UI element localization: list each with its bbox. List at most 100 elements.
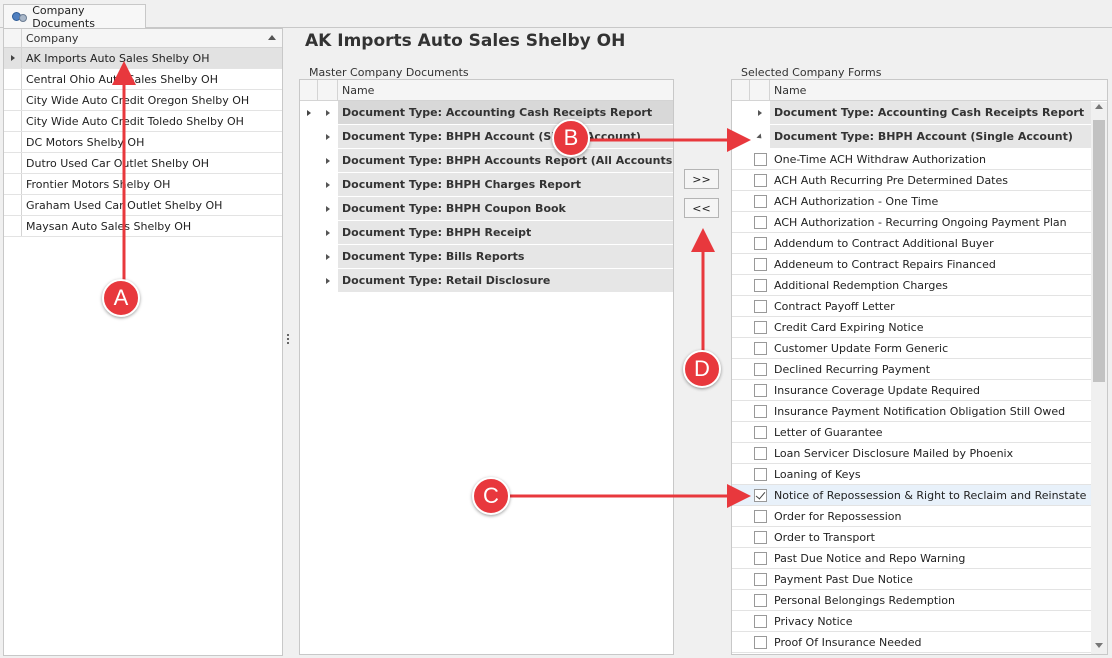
expand-icon[interactable] xyxy=(326,157,330,164)
form-row[interactable]: ACH Authorization - Recurring Ongoing Pa… xyxy=(732,212,1091,233)
form-checkbox[interactable] xyxy=(753,341,767,355)
name-column-header[interactable]: Name xyxy=(338,84,374,97)
form-checkbox[interactable] xyxy=(753,614,767,628)
company-column-header[interactable]: Company xyxy=(22,32,78,45)
form-name: Order for Repossession xyxy=(774,509,902,523)
form-checkbox[interactable] xyxy=(753,593,767,607)
company-row[interactable]: City Wide Auto Credit Toledo Shelby OH xyxy=(4,111,282,132)
form-checkbox[interactable] xyxy=(753,194,767,208)
master-group-row[interactable]: Document Type: BHPH Receipt xyxy=(300,221,673,245)
form-row[interactable]: Addendum to Contract Additional Buyer xyxy=(732,233,1091,254)
form-row[interactable]: Personal Belongings Redemption xyxy=(732,590,1091,611)
form-row[interactable]: Credit Card Expiring Notice xyxy=(732,317,1091,338)
form-checkbox[interactable] xyxy=(753,278,767,292)
form-checkbox[interactable] xyxy=(753,362,767,376)
form-row[interactable]: Loan Servicer Disclosure Mailed by Phoen… xyxy=(732,443,1091,464)
form-checkbox[interactable] xyxy=(753,383,767,397)
form-row[interactable]: ACH Auth Recurring Pre Determined Dates xyxy=(732,170,1091,191)
company-row[interactable]: DC Motors Shelby OH xyxy=(4,132,282,153)
form-checkbox[interactable] xyxy=(753,404,767,418)
form-row[interactable]: Insurance Coverage Update Required xyxy=(732,380,1091,401)
selected-group-row[interactable]: Document Type: BHPH Account (Single Acco… xyxy=(732,125,1091,149)
scroll-down-icon[interactable] xyxy=(1095,643,1103,648)
expand-icon[interactable] xyxy=(326,133,330,140)
form-checkbox[interactable] xyxy=(753,236,767,250)
vertical-scrollbar[interactable] xyxy=(1091,102,1107,654)
form-row[interactable]: Proof Of Insurance Needed xyxy=(732,632,1091,653)
remove-document-button[interactable]: << xyxy=(684,198,719,218)
master-group-row[interactable]: Document Type: BHPH Accounts Report (All… xyxy=(300,149,673,173)
form-row[interactable]: Letter of Guarantee xyxy=(732,422,1091,443)
expand-icon[interactable] xyxy=(326,229,330,236)
form-checkbox[interactable] xyxy=(753,551,767,565)
form-checkbox[interactable] xyxy=(753,215,767,229)
form-name: Past Due Notice and Repo Warning xyxy=(774,551,966,565)
form-row[interactable]: Past Due Notice and Repo Warning xyxy=(732,548,1091,569)
form-name: Privacy Notice xyxy=(774,614,853,628)
form-row[interactable]: Order for Repossession xyxy=(732,506,1091,527)
form-checkbox[interactable] xyxy=(753,173,767,187)
name-column-header[interactable]: Name xyxy=(770,84,806,97)
master-group-row[interactable]: Document Type: Retail Disclosure xyxy=(300,269,673,293)
form-row[interactable]: Insurance Payment Notification Obligatio… xyxy=(732,401,1091,422)
form-checkbox[interactable] xyxy=(753,446,767,460)
master-group-row[interactable]: Document Type: Bills Reports xyxy=(300,245,673,269)
scroll-thumb[interactable] xyxy=(1093,120,1105,382)
form-row[interactable]: Order to Transport xyxy=(732,527,1091,548)
company-row[interactable]: Graham Used Car Outlet Shelby OH xyxy=(4,195,282,216)
form-name: Insurance Coverage Update Required xyxy=(774,383,980,397)
company-row[interactable]: Frontier Motors Shelby OH xyxy=(4,174,282,195)
company-row[interactable]: Dutro Used Car Outlet Shelby OH xyxy=(4,153,282,174)
form-row[interactable]: Additional Redemption Charges xyxy=(732,275,1091,296)
expand-icon[interactable] xyxy=(326,109,330,116)
company-row[interactable]: Central Ohio Auto Sales Shelby OH xyxy=(4,69,282,90)
scroll-up-icon[interactable] xyxy=(1095,104,1103,109)
form-checkbox[interactable] xyxy=(753,152,767,166)
form-name: Insurance Payment Notification Obligatio… xyxy=(774,404,1066,418)
company-row[interactable]: City Wide Auto Credit Oregon Shelby OH xyxy=(4,90,282,111)
add-document-button[interactable]: >> xyxy=(684,169,719,189)
form-checkbox[interactable] xyxy=(753,530,767,544)
company-row[interactable]: Maysan Auto Sales Shelby OH xyxy=(4,216,282,237)
form-row[interactable]: Loaning of Keys xyxy=(732,464,1091,485)
master-group-row[interactable]: Document Type: BHPH Coupon Book xyxy=(300,197,673,221)
group-label: Document Type: BHPH Charges Report xyxy=(338,173,673,196)
company-grid-header[interactable]: Company xyxy=(4,29,282,48)
tab-company-documents[interactable]: Company Documents xyxy=(3,4,146,30)
form-row[interactable]: ACH Authorization - One Time xyxy=(732,191,1091,212)
form-row[interactable]: Customer Update Form Generic xyxy=(732,338,1091,359)
form-checkbox[interactable] xyxy=(753,425,767,439)
form-name: Customer Update Form Generic xyxy=(774,341,949,355)
collapse-icon[interactable] xyxy=(756,132,764,141)
form-checkbox[interactable] xyxy=(753,299,767,313)
master-group-row[interactable]: Document Type: BHPH Account (Single Acco… xyxy=(300,125,673,149)
form-row[interactable]: Payment Past Due Notice xyxy=(732,569,1091,590)
form-checkbox[interactable] xyxy=(753,257,767,271)
company-row[interactable]: AK Imports Auto Sales Shelby OH xyxy=(4,48,282,69)
form-checkbox[interactable] xyxy=(753,488,767,502)
group-label: Document Type: BHPH Account (Single Acco… xyxy=(338,125,673,148)
sort-ascending-icon xyxy=(268,35,276,40)
expand-icon[interactable] xyxy=(326,181,330,188)
form-row[interactable]: Contract Payoff Letter xyxy=(732,296,1091,317)
master-group-row[interactable]: Document Type: BHPH Charges Report xyxy=(300,173,673,197)
form-row[interactable]: Privacy Notice xyxy=(732,611,1091,632)
master-documents-grid: Name Document Type: Accounting Cash Rece… xyxy=(299,79,674,655)
master-group-row[interactable]: Document Type: Accounting Cash Receipts … xyxy=(300,101,673,125)
form-row[interactable]: Declined Recurring Payment xyxy=(732,359,1091,380)
form-row[interactable]: One-Time ACH Withdraw Authorization xyxy=(732,149,1091,170)
expand-icon[interactable] xyxy=(326,205,330,212)
form-name: Order to Transport xyxy=(774,530,875,544)
form-row[interactable]: Addeneum to Contract Repairs Financed xyxy=(732,254,1091,275)
expand-icon[interactable] xyxy=(326,253,330,260)
expand-icon[interactable] xyxy=(758,109,762,116)
form-checkbox[interactable] xyxy=(753,320,767,334)
form-checkbox[interactable] xyxy=(753,509,767,523)
form-checkbox[interactable] xyxy=(753,635,767,649)
splitter-handle[interactable] xyxy=(286,334,290,348)
form-checkbox[interactable] xyxy=(753,572,767,586)
form-row[interactable]: Notice of Repossession & Right to Reclai… xyxy=(732,485,1091,506)
expand-icon[interactable] xyxy=(326,277,330,284)
form-checkbox[interactable] xyxy=(753,467,767,481)
selected-group-row[interactable]: Document Type: Accounting Cash Receipts … xyxy=(732,101,1091,125)
